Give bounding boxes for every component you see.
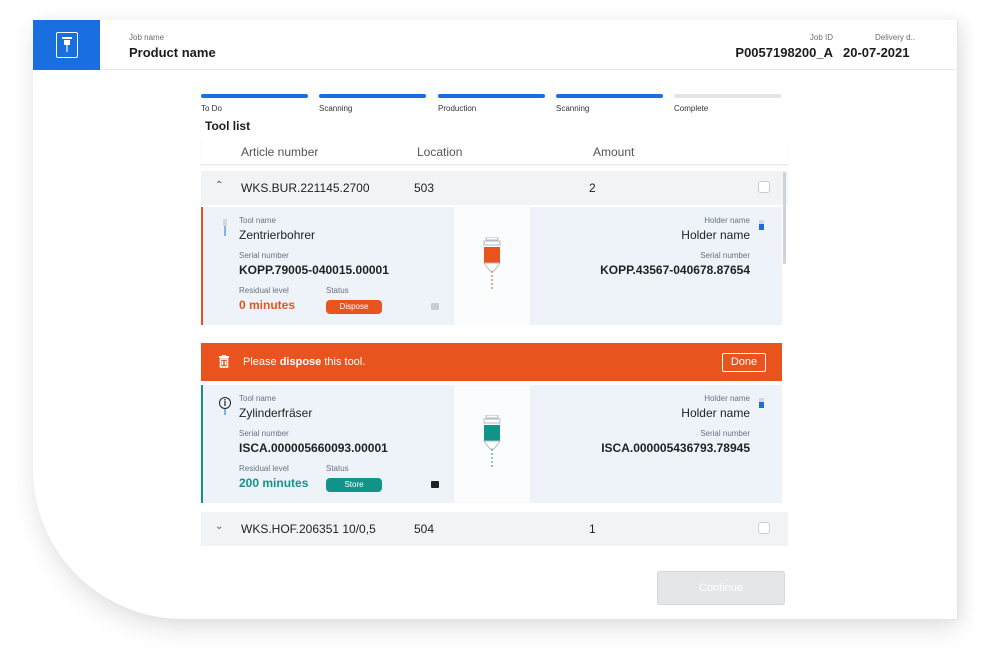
chevron-down-icon[interactable]: ⌄	[215, 521, 223, 532]
tool-illustration	[454, 385, 530, 503]
chevron-up-icon[interactable]: ⌃	[215, 180, 223, 191]
residual-label: Residual level	[239, 286, 289, 295]
job-name-label: Job name	[129, 33, 165, 42]
trash-icon	[219, 355, 229, 368]
table-row-group[interactable]: ⌃ WKS.BUR.221145.2700 503 2	[201, 171, 788, 205]
holder-icon	[759, 219, 764, 231]
serial-number: KOPP.79005-040015.00001	[239, 263, 389, 277]
serial-number: ISCA.000005660093.00001	[239, 441, 388, 455]
holder-serial-number: ISCA.000005436793.78945	[601, 441, 750, 455]
info-icon[interactable]	[218, 396, 232, 416]
step-bar	[556, 94, 663, 98]
app-window: Job name Product name Job ID P0057198200…	[33, 20, 958, 620]
serial-label: Serial number	[239, 429, 289, 438]
article-number: WKS.BUR.221145.2700	[241, 181, 370, 195]
tool-info: Tool name Zentrierbohrer Serial number K…	[201, 207, 451, 325]
table-row-group[interactable]: ⌄ WKS.HOF.206351 10/0,5 504 1	[201, 512, 788, 546]
job-name-value: Product name	[129, 45, 216, 60]
step-label: Production	[438, 104, 477, 113]
job-id-label: Job ID	[809, 33, 833, 42]
column-header-article: Article number	[241, 145, 319, 159]
row-checkbox[interactable]	[758, 522, 770, 534]
step-production: Production	[438, 94, 545, 113]
step-scanning-2: Scanning	[556, 94, 663, 113]
serial-label: Serial number	[239, 251, 289, 260]
drill-icon	[55, 32, 78, 58]
dispose-alert-banner: Please dispose this tool. Done	[201, 343, 782, 381]
comment-icon[interactable]	[431, 481, 439, 488]
status-accent	[201, 207, 203, 325]
location: 504	[414, 522, 435, 536]
tool-icon	[223, 219, 227, 236]
alert-prefix: Please	[243, 356, 280, 368]
status-badge-dispose[interactable]: Dispose	[326, 300, 382, 314]
location: 503	[414, 181, 435, 195]
residual-value: 0 minutes	[239, 298, 296, 312]
holder-serial-label: Serial number	[700, 251, 750, 260]
article-number: WKS.HOF.206351 10/0,5	[241, 522, 376, 536]
residual-label: Residual level	[239, 464, 289, 473]
status-label: Status	[326, 464, 349, 473]
status-label: Status	[326, 286, 349, 295]
tool-card: Tool name Zentrierbohrer Serial number K…	[201, 207, 782, 325]
holder-serial-label: Serial number	[700, 429, 750, 438]
tool-name: Zentrierbohrer	[239, 228, 316, 242]
comment-icon[interactable]	[431, 303, 439, 310]
delivery-value: 20-07-2021	[843, 45, 910, 60]
residual-value: 200 minutes	[239, 476, 309, 490]
tool-illustration	[454, 207, 530, 325]
holder-info: Holder name Holder name Serial number KO…	[533, 207, 782, 325]
tool-name: Zylinderfräser	[239, 406, 313, 420]
step-complete: Complete	[674, 94, 781, 113]
step-label: Scanning	[556, 104, 590, 113]
step-label: To Do	[201, 104, 222, 113]
step-todo: To Do	[201, 94, 308, 113]
delivery-label: Delivery d...	[875, 33, 915, 42]
step-bar	[319, 94, 426, 98]
tool-name-label: Tool name	[239, 394, 276, 403]
amount: 1	[589, 522, 596, 536]
amount: 2	[589, 181, 596, 195]
job-id-value: P0057198200_A	[735, 45, 833, 60]
status-accent	[201, 385, 203, 503]
tool-card: Tool name Zylinderfräser Serial number I…	[201, 385, 782, 503]
step-scanning: Scanning	[319, 94, 426, 113]
app-logo[interactable]	[33, 20, 100, 70]
drill-bit-teal-icon	[483, 415, 501, 469]
holder-name: Holder name	[681, 228, 750, 242]
holder-serial-number: KOPP.43567-040678.87654	[600, 263, 750, 277]
status-badge-store[interactable]: Store	[326, 478, 382, 492]
step-bar	[674, 94, 781, 98]
done-button[interactable]: Done	[722, 353, 766, 372]
holder-name: Holder name	[681, 406, 750, 420]
table-header: Article number Location Amount	[201, 137, 788, 165]
continue-button[interactable]: Continue	[657, 571, 785, 605]
alert-emphasis: dispose	[279, 356, 322, 368]
tool-info: Tool name Zylinderfräser Serial number I…	[201, 385, 451, 503]
column-header-location: Location	[417, 145, 463, 159]
holder-icon	[759, 397, 764, 409]
step-bar	[201, 94, 308, 98]
column-header-amount: Amount	[593, 145, 635, 159]
alert-message: Please dispose this tool.	[243, 356, 365, 368]
holder-name-label: Holder name	[704, 394, 750, 403]
holder-info: Holder name Holder name Serial number IS…	[533, 385, 782, 503]
step-bar	[438, 94, 545, 98]
step-label: Scanning	[319, 104, 353, 113]
table-scrollbar[interactable]	[783, 172, 786, 264]
alert-suffix: this tool.	[321, 356, 366, 368]
holder-name-label: Holder name	[704, 216, 750, 225]
tool-name-label: Tool name	[239, 216, 276, 225]
app-header: Job name Product name Job ID P0057198200…	[33, 20, 957, 70]
row-checkbox[interactable]	[758, 181, 770, 193]
step-label: Complete	[674, 104, 709, 113]
drill-bit-orange-icon	[483, 237, 501, 291]
tool-list-title: Tool list	[205, 119, 251, 133]
